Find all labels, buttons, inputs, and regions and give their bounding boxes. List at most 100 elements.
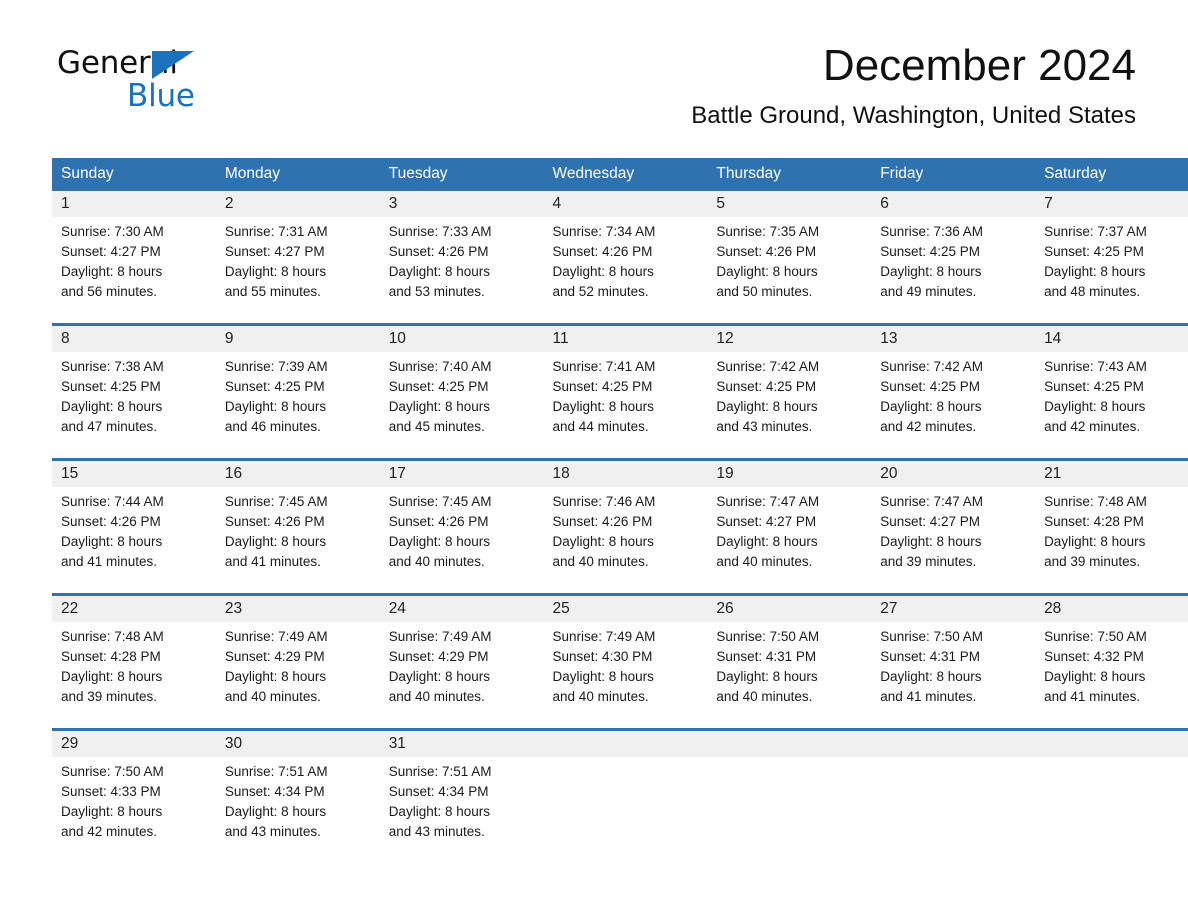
sunset-text: Sunset: 4:26 PM bbox=[388, 514, 489, 529]
sunrise-text: Sunrise: 7:42 AM bbox=[880, 359, 984, 374]
calendar-day-cell[interactable]: 21 Sunrise: 7:48 AM Sunset: 4:28 PM Dayl… bbox=[1035, 458, 1188, 595]
sunset-text: Sunset: 4:29 PM bbox=[224, 649, 325, 664]
calendar-day-cell[interactable]: 6 Sunrise: 7:36 AM Sunset: 4:25 PM Dayli… bbox=[871, 191, 1036, 325]
sunrise-text: Sunrise: 7:50 AM bbox=[716, 629, 820, 644]
sunrise-text: Sunrise: 7:50 AM bbox=[1044, 629, 1147, 644]
daylight-text-line1: Daylight: 8 hours bbox=[716, 264, 818, 279]
day-details: Sunrise: 7:49 AM Sunset: 4:30 PM Dayligh… bbox=[544, 622, 708, 707]
sunset-text: Sunset: 4:25 PM bbox=[1044, 244, 1144, 259]
calendar-day-cell[interactable]: 27 Sunrise: 7:50 AM Sunset: 4:31 PM Dayl… bbox=[871, 593, 1036, 730]
day-number: 26 bbox=[707, 596, 872, 622]
calendar-day-cell[interactable]: 19 Sunrise: 7:47 AM Sunset: 4:27 PM Dayl… bbox=[707, 458, 872, 595]
sunset-text: Sunset: 4:27 PM bbox=[716, 514, 817, 529]
day-number: 17 bbox=[379, 461, 544, 487]
sunrise-text: Sunrise: 7:49 AM bbox=[388, 629, 492, 644]
calendar-day-cell[interactable]: 31 Sunrise: 7:51 AM Sunset: 4:34 PM Dayl… bbox=[379, 728, 544, 863]
daylight-text-line2: and 40 minutes. bbox=[388, 689, 485, 704]
day-number: 19 bbox=[707, 461, 872, 487]
calendar-page: General Blue December 2024 Battle Ground… bbox=[0, 0, 1188, 918]
day-number: 5 bbox=[707, 191, 872, 217]
calendar-day-cell[interactable]: 22 Sunrise: 7:48 AM Sunset: 4:28 PM Dayl… bbox=[52, 593, 216, 730]
daylight-text-line2: and 39 minutes. bbox=[1044, 554, 1141, 569]
sunrise-text: Sunrise: 7:46 AM bbox=[552, 494, 656, 509]
day-number: 6 bbox=[871, 191, 1036, 217]
weekday-header-wednesday: Wednesday bbox=[543, 158, 708, 191]
calendar-day-cell[interactable]: 29 Sunrise: 7:50 AM Sunset: 4:33 PM Dayl… bbox=[52, 728, 216, 863]
calendar-day-cell[interactable]: 17 Sunrise: 7:45 AM Sunset: 4:26 PM Dayl… bbox=[379, 458, 544, 595]
page-header: General Blue December 2024 Battle Ground… bbox=[0, 0, 1188, 129]
calendar-day-cell[interactable]: 2 Sunrise: 7:31 AM Sunset: 4:27 PM Dayli… bbox=[215, 191, 380, 325]
calendar-day-cell[interactable]: 8 Sunrise: 7:38 AM Sunset: 4:25 PM Dayli… bbox=[52, 323, 216, 460]
calendar-table: Sunday Monday Tuesday Wednesday Thursday… bbox=[52, 158, 1188, 863]
calendar-day-cell[interactable]: 26 Sunrise: 7:50 AM Sunset: 4:31 PM Dayl… bbox=[707, 593, 872, 730]
sunrise-text: Sunrise: 7:30 AM bbox=[61, 224, 164, 239]
sunrise-text: Sunrise: 7:39 AM bbox=[224, 359, 328, 374]
calendar-day-cell[interactable]: 10 Sunrise: 7:40 AM Sunset: 4:25 PM Dayl… bbox=[379, 323, 544, 460]
calendar-day-cell[interactable]: 11 Sunrise: 7:41 AM Sunset: 4:25 PM Dayl… bbox=[543, 323, 708, 460]
sunset-text: Sunset: 4:25 PM bbox=[61, 379, 161, 394]
day-details: Sunrise: 7:46 AM Sunset: 4:26 PM Dayligh… bbox=[544, 487, 708, 572]
calendar-day-cell[interactable]: 28 Sunrise: 7:50 AM Sunset: 4:32 PM Dayl… bbox=[1035, 593, 1188, 730]
calendar-day-cell[interactable]: 18 Sunrise: 7:46 AM Sunset: 4:26 PM Dayl… bbox=[543, 458, 708, 595]
daylight-text-line2: and 42 minutes. bbox=[1044, 419, 1141, 434]
day-number: 31 bbox=[379, 731, 544, 757]
calendar-day-cell[interactable]: 13 Sunrise: 7:42 AM Sunset: 4:25 PM Dayl… bbox=[871, 323, 1036, 460]
day-number: 23 bbox=[215, 596, 380, 622]
calendar-day-cell[interactable]: 1 Sunrise: 7:30 AM Sunset: 4:27 PM Dayli… bbox=[52, 191, 216, 325]
calendar-week-row: 15 Sunrise: 7:44 AM Sunset: 4:26 PM Dayl… bbox=[52, 458, 1188, 595]
day-number: 10 bbox=[379, 326, 544, 352]
calendar-day-cell[interactable]: 15 Sunrise: 7:44 AM Sunset: 4:26 PM Dayl… bbox=[52, 458, 216, 595]
daylight-text-line2: and 56 minutes. bbox=[61, 284, 158, 299]
day-details bbox=[707, 757, 871, 762]
sunset-text: Sunset: 4:32 PM bbox=[1044, 649, 1144, 664]
day-details: Sunrise: 7:45 AM Sunset: 4:26 PM Dayligh… bbox=[380, 487, 544, 572]
calendar-day-cell[interactable]: 30 Sunrise: 7:51 AM Sunset: 4:34 PM Dayl… bbox=[215, 728, 380, 863]
day-details: Sunrise: 7:42 AM Sunset: 4:25 PM Dayligh… bbox=[871, 352, 1035, 437]
calendar-day-cell[interactable]: 7 Sunrise: 7:37 AM Sunset: 4:25 PM Dayli… bbox=[1035, 191, 1188, 325]
calendar-day-cell[interactable]: 23 Sunrise: 7:49 AM Sunset: 4:29 PM Dayl… bbox=[215, 593, 380, 730]
calendar-week-row: 1 Sunrise: 7:30 AM Sunset: 4:27 PM Dayli… bbox=[52, 191, 1188, 325]
weekday-header-sunday: Sunday bbox=[52, 158, 216, 191]
calendar-day-cell[interactable]: 20 Sunrise: 7:47 AM Sunset: 4:27 PM Dayl… bbox=[871, 458, 1036, 595]
weekday-header-thursday: Thursday bbox=[707, 158, 872, 191]
daylight-text-line1: Daylight: 8 hours bbox=[224, 399, 327, 414]
day-details: Sunrise: 7:50 AM Sunset: 4:32 PM Dayligh… bbox=[1035, 622, 1188, 707]
calendar-day-cell[interactable]: 14 Sunrise: 7:43 AM Sunset: 4:25 PM Dayl… bbox=[1035, 323, 1188, 460]
daylight-text-line1: Daylight: 8 hours bbox=[61, 534, 163, 549]
daylight-text-line1: Daylight: 8 hours bbox=[716, 399, 818, 414]
sunset-text: Sunset: 4:31 PM bbox=[880, 649, 981, 664]
day-number: 30 bbox=[215, 731, 380, 757]
day-details bbox=[544, 757, 708, 762]
calendar-day-cell[interactable]: 9 Sunrise: 7:39 AM Sunset: 4:25 PM Dayli… bbox=[215, 323, 380, 460]
sunset-text: Sunset: 4:28 PM bbox=[1044, 514, 1144, 529]
calendar-day-cell[interactable]: 4 Sunrise: 7:34 AM Sunset: 4:26 PM Dayli… bbox=[543, 191, 708, 325]
weekday-header-friday: Friday bbox=[871, 158, 1036, 191]
calendar-day-cell[interactable]: 24 Sunrise: 7:49 AM Sunset: 4:29 PM Dayl… bbox=[379, 593, 544, 730]
calendar-day-cell[interactable]: 12 Sunrise: 7:42 AM Sunset: 4:25 PM Dayl… bbox=[707, 323, 872, 460]
day-details: Sunrise: 7:34 AM Sunset: 4:26 PM Dayligh… bbox=[544, 217, 708, 302]
sunrise-text: Sunrise: 7:36 AM bbox=[880, 224, 984, 239]
calendar-body: 1 Sunrise: 7:30 AM Sunset: 4:27 PM Dayli… bbox=[52, 191, 1188, 863]
daylight-text-line1: Daylight: 8 hours bbox=[61, 264, 163, 279]
day-details: Sunrise: 7:48 AM Sunset: 4:28 PM Dayligh… bbox=[1035, 487, 1188, 572]
calendar-day-cell[interactable]: 25 Sunrise: 7:49 AM Sunset: 4:30 PM Dayl… bbox=[543, 593, 708, 730]
sunrise-text: Sunrise: 7:35 AM bbox=[716, 224, 820, 239]
daylight-text-line2: and 40 minutes. bbox=[388, 554, 485, 569]
calendar-week-row: 29 Sunrise: 7:50 AM Sunset: 4:33 PM Dayl… bbox=[52, 728, 1188, 863]
sunrise-text: Sunrise: 7:43 AM bbox=[1044, 359, 1147, 374]
calendar-day-cell-empty bbox=[543, 728, 708, 863]
weekday-header-saturday: Saturday bbox=[1035, 158, 1188, 191]
daylight-text-line1: Daylight: 8 hours bbox=[880, 669, 982, 684]
sunset-text: Sunset: 4:28 PM bbox=[61, 649, 161, 664]
calendar-day-cell[interactable]: 5 Sunrise: 7:35 AM Sunset: 4:26 PM Dayli… bbox=[707, 191, 872, 325]
day-details: Sunrise: 7:37 AM Sunset: 4:25 PM Dayligh… bbox=[1035, 217, 1188, 302]
calendar-container: Sunday Monday Tuesday Wednesday Thursday… bbox=[52, 158, 1188, 863]
calendar-day-cell[interactable]: 3 Sunrise: 7:33 AM Sunset: 4:26 PM Dayli… bbox=[379, 191, 544, 325]
sunset-text: Sunset: 4:25 PM bbox=[224, 379, 325, 394]
sunrise-text: Sunrise: 7:42 AM bbox=[716, 359, 820, 374]
daylight-text-line2: and 42 minutes. bbox=[61, 824, 158, 839]
general-blue-logo[interactable]: General Blue bbox=[57, 48, 317, 118]
sunrise-text: Sunrise: 7:40 AM bbox=[388, 359, 492, 374]
calendar-day-cell[interactable]: 16 Sunrise: 7:45 AM Sunset: 4:26 PM Dayl… bbox=[215, 458, 380, 595]
daylight-text-line2: and 42 minutes. bbox=[880, 419, 977, 434]
